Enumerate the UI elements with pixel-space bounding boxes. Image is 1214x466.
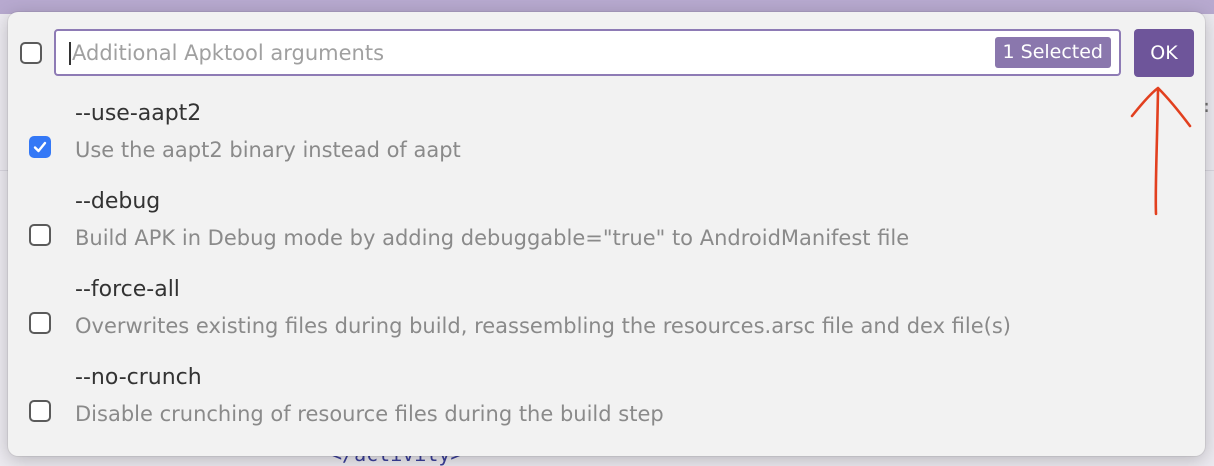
- option-flag: --debug: [75, 189, 161, 214]
- option-use-aapt2[interactable]: --use-aapt2 Use the aapt2 binary instead…: [8, 96, 1205, 184]
- option-checkbox-use-aapt2[interactable]: [29, 136, 51, 158]
- option-flag: --no-crunch: [75, 365, 202, 390]
- editor-edge-glyph: :: [1201, 96, 1212, 117]
- ok-button[interactable]: OK: [1134, 29, 1194, 77]
- option-checkbox-debug[interactable]: [29, 224, 51, 246]
- search-field[interactable]: 1 Selected: [54, 29, 1121, 76]
- apktool-arguments-popup: 1 Selected OK --use-aapt2 Use the aapt2 …: [8, 12, 1205, 456]
- option-flag: --force-all: [75, 277, 180, 302]
- arguments-search-input[interactable]: [72, 31, 972, 74]
- text-caret: [69, 42, 71, 65]
- checkmark-icon: [33, 141, 47, 153]
- option-description: Use the aapt2 binary instead of aapt: [75, 138, 461, 162]
- option-no-crunch[interactable]: --no-crunch Disable crunching of resourc…: [8, 360, 1205, 448]
- option-description: Disable crunching of resource files duri…: [75, 402, 664, 426]
- option-flag: --use-aapt2: [75, 101, 202, 126]
- option-checkbox-force-all[interactable]: [29, 312, 51, 334]
- red-arrow-annotation-icon: [1130, 86, 1192, 216]
- select-all-checkbox[interactable]: [20, 42, 42, 64]
- option-description: Overwrites existing files during build, …: [75, 314, 1011, 338]
- selected-count-badge: 1 Selected: [994, 37, 1111, 68]
- option-force-all[interactable]: --force-all Overwrites existing files du…: [8, 272, 1205, 360]
- option-debug[interactable]: --debug Build APK in Debug mode by addin…: [8, 184, 1205, 272]
- option-description: Build APK in Debug mode by adding debugg…: [75, 226, 910, 250]
- option-checkbox-no-crunch[interactable]: [29, 400, 51, 422]
